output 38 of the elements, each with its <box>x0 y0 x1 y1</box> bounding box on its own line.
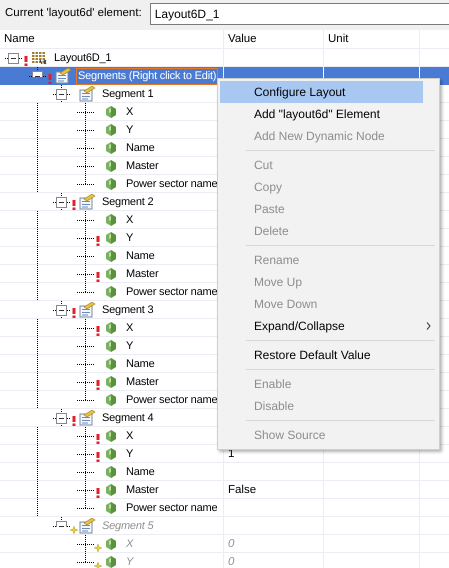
menu-item[interactable]: Configure Layout <box>220 81 423 103</box>
tree-node-label[interactable]: Name <box>126 250 155 262</box>
tree-node-label[interactable]: Master <box>126 160 158 172</box>
tree-node-label[interactable]: X <box>126 322 134 334</box>
tree-node-label[interactable]: Y <box>126 124 134 136</box>
tree-node-label[interactable]: Power sector name <box>126 394 218 406</box>
tree-node-label[interactable]: Y <box>126 340 134 352</box>
tree-node-label[interactable]: Segment 1 <box>102 88 154 100</box>
tree-node-label[interactable]: Power sector name <box>126 502 218 514</box>
tree-node-label[interactable]: Master <box>126 484 158 496</box>
tree-node-label[interactable]: Y <box>126 232 134 244</box>
tree-node-label[interactable]: X <box>126 214 134 226</box>
tree-node-label[interactable]: Layout6D_1 <box>54 52 112 64</box>
tree-node-label[interactable]: Name <box>126 142 155 154</box>
tree-node-label[interactable]: Y <box>126 448 134 460</box>
tree-node-label[interactable]: X <box>126 430 134 442</box>
tree-node-label[interactable]: Segment 2 <box>102 196 154 208</box>
tree-node-label[interactable]: Segments (Right click to Edit) <box>76 68 218 84</box>
tree-node-label[interactable]: Power sector name <box>126 286 218 298</box>
tree-node-label[interactable]: Power sector name <box>126 178 218 190</box>
tree-node-label[interactable]: Segment 3 <box>102 304 154 316</box>
tree-node-label[interactable]: Master <box>126 376 158 388</box>
menu-item[interactable]: Add "layout6d" Element <box>220 103 423 125</box>
menu-item[interactable]: Restore Default Value <box>220 344 423 366</box>
tree-node-label[interactable]: Segment 4 <box>102 412 154 424</box>
column-header[interactable]: Name <box>0 30 224 48</box>
tree-node-label[interactable]: Name <box>126 358 155 370</box>
tree-node-label[interactable]: Name <box>126 466 155 478</box>
tree-node-label[interactable]: X <box>126 106 134 118</box>
table-cell-text: 0 <box>227 537 236 552</box>
element-label: Current 'layout6d' element: <box>5 7 142 19</box>
tree-node-label[interactable]: Master <box>126 268 158 280</box>
element-field[interactable]: Layout6D_1 <box>150 2 449 24</box>
table-cell-text: 0 <box>227 555 236 568</box>
column-header[interactable]: Unit <box>324 30 420 48</box>
menu-item[interactable]: Expand/Collapse <box>220 315 423 337</box>
table-cell-text: False <box>227 483 258 498</box>
column-header[interactable]: Value <box>224 30 324 48</box>
